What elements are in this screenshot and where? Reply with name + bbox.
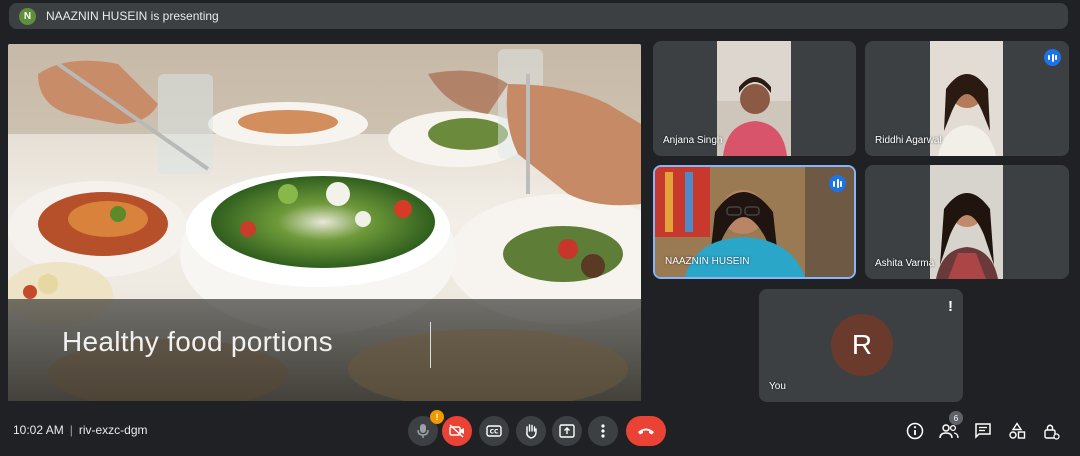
host-controls-icon — [1044, 424, 1060, 440]
alert-icon: ! — [948, 298, 953, 315]
people-count-badge: 6 — [949, 411, 963, 425]
participant-tile-ashita[interactable]: Ashita Varma — [865, 165, 1069, 279]
speaking-indicator-icon — [1044, 49, 1061, 66]
speaking-indicator-icon — [829, 175, 846, 192]
chat-button[interactable] — [971, 419, 995, 443]
mic-button[interactable]: ! — [408, 410, 444, 446]
participant-name: NAAZNIN HUSEIN — [665, 256, 750, 267]
meeting-info: 10:02 AM | riv-exzc-dgm — [13, 423, 148, 437]
camera-off-icon — [449, 424, 464, 438]
activities-button[interactable] — [1005, 419, 1029, 443]
presenter-avatar: N — [19, 7, 36, 25]
present-icon — [559, 424, 575, 438]
presenting-banner: N NAAZNIN HUSEIN is presenting — [9, 3, 1068, 29]
participant-tile-anjana[interactable]: Anjana Singh — [653, 41, 856, 156]
meeting-details-button[interactable] — [903, 419, 927, 443]
clock-time: 10:02 AM — [13, 423, 64, 437]
more-options-icon — [601, 424, 605, 438]
camera-button[interactable] — [442, 416, 472, 446]
self-avatar: R — [831, 314, 893, 376]
slide-title: Healthy food portions — [62, 326, 333, 357]
self-tile[interactable]: R ! You — [759, 289, 963, 402]
bottom-toolbar: 10:02 AM | riv-exzc-dgm ! CC 6 — [0, 406, 1080, 456]
end-call-icon — [638, 428, 654, 435]
presenting-text: NAAZNIN HUSEIN is presenting — [46, 9, 219, 23]
participant-tile-riddhi[interactable]: Riddhi Agarwal — [865, 41, 1069, 156]
participant-name: Riddhi Agarwal — [875, 135, 942, 146]
people-button[interactable]: 6 — [937, 411, 963, 443]
text-cursor — [430, 322, 431, 368]
svg-text:CC: CC — [490, 429, 499, 436]
participant-name: Ashita Varma — [875, 258, 935, 269]
participant-name: Anjana Singh — [663, 135, 723, 146]
self-name: You — [769, 381, 786, 392]
separator: | — [69, 423, 73, 437]
captions-button[interactable]: CC — [479, 416, 509, 446]
end-call-button[interactable] — [626, 416, 666, 446]
captions-icon: CC — [486, 425, 502, 437]
raise-hand-icon — [526, 424, 537, 439]
info-icon — [906, 422, 924, 440]
chat-icon — [975, 423, 991, 439]
mic-icon — [417, 424, 429, 438]
activities-icon — [1009, 422, 1026, 439]
presentation-stage[interactable]: Healthy food portions — [8, 44, 641, 401]
present-button[interactable] — [552, 416, 582, 446]
mic-alert-badge: ! — [430, 410, 444, 424]
participant-video — [717, 41, 791, 156]
participant-tile-naaznin[interactable]: NAAZNIN HUSEIN — [653, 165, 856, 279]
meeting-code[interactable]: riv-exzc-dgm — [79, 423, 148, 437]
host-controls-button[interactable] — [1039, 419, 1063, 443]
people-icon — [939, 424, 959, 439]
raise-hand-button[interactable] — [516, 416, 546, 446]
participant-video — [930, 165, 1003, 279]
more-options-button[interactable] — [588, 416, 618, 446]
